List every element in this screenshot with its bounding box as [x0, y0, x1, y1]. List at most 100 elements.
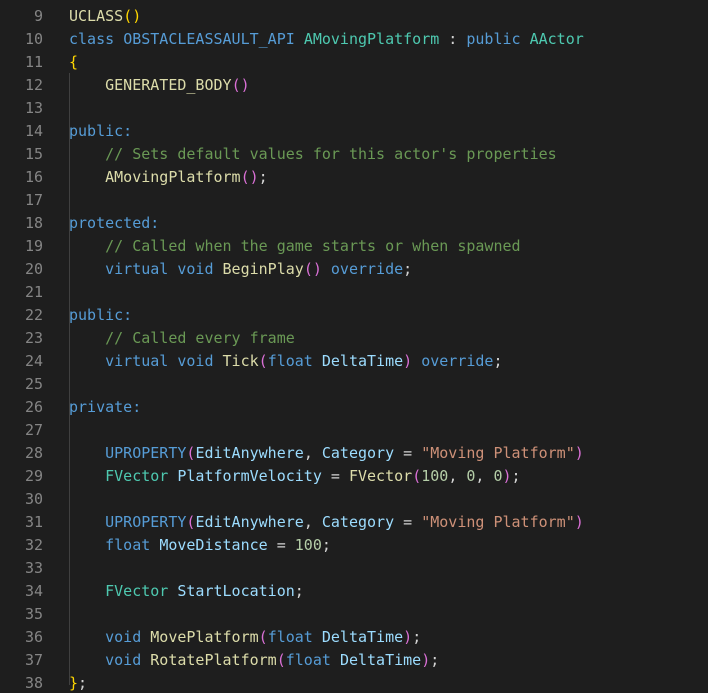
line-number: 31	[24, 513, 43, 531]
code-text[interactable]: {	[69, 51, 78, 74]
code-line[interactable]: 17	[0, 189, 708, 212]
code-line[interactable]: 18 protected:	[0, 212, 708, 235]
code-text[interactable]: private:	[69, 396, 141, 419]
line-number: 32	[24, 536, 43, 554]
code-token: RotatePlatform	[150, 651, 277, 669]
code-text[interactable]: void RotatePlatform(float DeltaTime);	[69, 649, 439, 672]
code-line[interactable]: 20 virtual void BeginPlay() override;	[0, 258, 708, 281]
line-number: 15	[24, 145, 43, 163]
code-line[interactable]: 22 public:	[0, 304, 708, 327]
code-text[interactable]: class OBSTACLEASSAULT_API AMovingPlatfor…	[69, 28, 584, 51]
code-line[interactable]: 36 void MovePlatform(float DeltaTime);	[0, 626, 708, 649]
line-number: 38	[24, 674, 43, 692]
code-line[interactable]: 29 FVector PlatformVelocity = FVector(10…	[0, 465, 708, 488]
code-text[interactable]: virtual void BeginPlay() override;	[69, 258, 412, 281]
code-line[interactable]: 28 UPROPERTY(EditAnywhere, Category = "M…	[0, 442, 708, 465]
code-token: float	[267, 628, 322, 646]
code-token: "Moving Platform"	[421, 513, 575, 531]
code-text[interactable]: float MoveDistance = 100;	[69, 534, 331, 557]
code-line[interactable]: 21	[0, 281, 708, 304]
code-token: MovePlatform	[150, 628, 259, 646]
code-line[interactable]: 24 virtual void Tick(float DeltaTime) ov…	[0, 350, 708, 373]
code-token: MoveDistance	[159, 536, 268, 554]
code-line[interactable]: 14 public:	[0, 120, 708, 143]
code-line[interactable]: 16 AMovingPlatform();	[0, 166, 708, 189]
code-token: DeltaTime	[321, 352, 404, 370]
code-token: 100	[421, 467, 449, 485]
code-token: ,	[303, 444, 322, 462]
code-line[interactable]: 12 GENERATED_BODY()	[0, 74, 708, 97]
code-text[interactable]: };	[69, 672, 87, 693]
code-token: class	[69, 30, 124, 48]
code-token: 0	[493, 467, 503, 485]
code-token: protected:	[69, 214, 160, 232]
code-token: UPROPERTY	[69, 513, 187, 531]
code-line[interactable]: 34 FVector StartLocation;	[0, 580, 708, 603]
code-token: (	[412, 467, 422, 485]
code-line[interactable]: 37 void RotatePlatform(float DeltaTime);	[0, 649, 708, 672]
code-token: GENERATED_BODY	[69, 76, 232, 94]
line-number: 37	[24, 651, 43, 669]
code-token: )	[574, 513, 584, 531]
line-number: 20	[24, 260, 43, 278]
code-text[interactable]: GENERATED_BODY()	[69, 74, 250, 97]
code-line[interactable]: 13	[0, 97, 708, 120]
code-text[interactable]: FVector StartLocation;	[69, 580, 304, 603]
code-text[interactable]: public:	[69, 304, 132, 327]
code-token: DeltaTime	[321, 628, 404, 646]
code-token: ()	[231, 76, 250, 94]
code-token: UPROPERTY	[69, 444, 187, 462]
code-text[interactable]: // Sets default values for this actor's …	[69, 143, 557, 166]
code-token: override	[412, 352, 494, 370]
code-token: float	[69, 536, 160, 554]
line-number: 23	[24, 329, 43, 347]
code-token: )	[403, 628, 413, 646]
code-editor[interactable]: 9 UCLASS() 10 class OBSTACLEASSAULT_API AMo…	[0, 0, 708, 693]
code-text[interactable]: public:	[69, 120, 132, 143]
code-line[interactable]: 25	[0, 373, 708, 396]
code-text[interactable]: UPROPERTY(EditAnywhere, Category = "Movi…	[69, 511, 584, 534]
code-token: Category	[321, 444, 395, 462]
code-text[interactable]: protected:	[69, 212, 159, 235]
code-token: }	[69, 674, 79, 692]
code-token: =	[321, 467, 349, 485]
code-token: UCLASS	[69, 7, 124, 25]
line-number: 19	[24, 237, 43, 255]
code-token: ;	[511, 467, 521, 485]
code-line[interactable]: 9 UCLASS()	[0, 5, 708, 28]
line-number: 13	[24, 99, 43, 117]
code-token: public:	[69, 122, 133, 140]
code-text[interactable]: // Called every frame	[69, 327, 295, 350]
code-line[interactable]: 30	[0, 488, 708, 511]
code-text[interactable]: UPROPERTY(EditAnywhere, Category = "Movi…	[69, 442, 584, 465]
code-text[interactable]: // Called when the game starts or when s…	[69, 235, 520, 258]
code-token: Category	[321, 513, 395, 531]
line-number: 28	[24, 444, 43, 462]
code-line[interactable]: 10 class OBSTACLEASSAULT_API AMovingPlatf…	[0, 28, 708, 51]
code-line[interactable]: 26 private:	[0, 396, 708, 419]
code-token: DeltaTime	[339, 651, 422, 669]
code-line[interactable]: 11 {	[0, 51, 708, 74]
code-token: ()	[123, 7, 142, 25]
code-text[interactable]: virtual void Tick(float DeltaTime) overr…	[69, 350, 502, 373]
code-line[interactable]: 15 // Sets default values for this actor…	[0, 143, 708, 166]
code-line[interactable]: 31 UPROPERTY(EditAnywhere, Category = "M…	[0, 511, 708, 534]
code-token: )	[574, 444, 584, 462]
code-line[interactable]: 33	[0, 557, 708, 580]
code-line[interactable]: 38};	[0, 672, 708, 693]
code-line[interactable]: 35	[0, 603, 708, 626]
line-number: 30	[24, 490, 43, 508]
code-text[interactable]: AMovingPlatform();	[69, 166, 268, 189]
code-token: public:	[69, 306, 133, 324]
code-token: :	[439, 30, 467, 48]
code-text[interactable]: FVector PlatformVelocity = FVector(100, …	[69, 465, 521, 488]
code-line[interactable]: 23 // Called every frame	[0, 327, 708, 350]
code-token: ;	[321, 536, 331, 554]
code-token: FVector	[69, 467, 178, 485]
code-token: ,	[475, 467, 494, 485]
code-text[interactable]: UCLASS()	[69, 5, 141, 28]
code-line[interactable]: 27	[0, 419, 708, 442]
code-line[interactable]: 19 // Called when the game starts or whe…	[0, 235, 708, 258]
code-text[interactable]: void MovePlatform(float DeltaTime);	[69, 626, 421, 649]
code-line[interactable]: 32 float MoveDistance = 100;	[0, 534, 708, 557]
